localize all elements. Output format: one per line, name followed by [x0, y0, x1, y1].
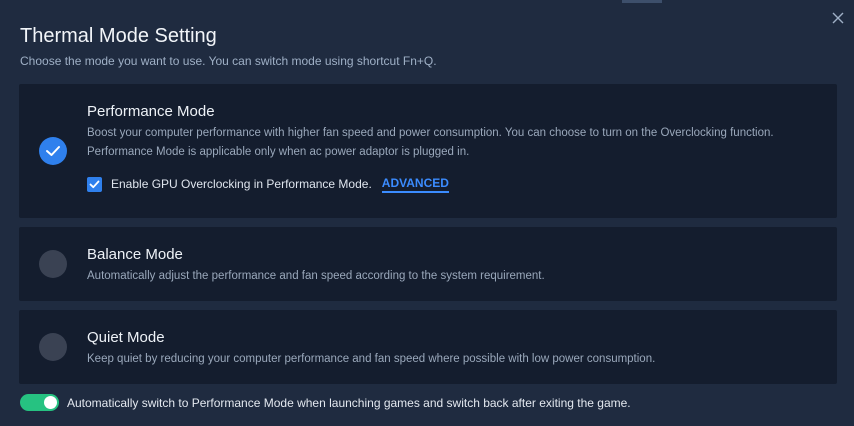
- mode-description-performance: Boost your computer performance with hig…: [87, 127, 774, 158]
- gpu-overclock-label: Enable GPU Overclocking in Performance M…: [111, 177, 372, 191]
- gpu-overclock-row: Enable GPU Overclocking in Performance M…: [87, 176, 449, 193]
- close-button[interactable]: [830, 10, 846, 26]
- toggle-knob: [44, 396, 57, 409]
- mode-description-balance: Automatically adjust the performance and…: [87, 270, 545, 282]
- checkbox-check-icon: [89, 180, 100, 188]
- top-accent-bar: [622, 0, 662, 3]
- mode-radio-balance[interactable]: [39, 250, 67, 278]
- checkmark-icon: [46, 146, 60, 156]
- auto-switch-label: Automatically switch to Performance Mode…: [67, 395, 631, 410]
- mode-card-quiet[interactable]: Quiet Mode Keep quiet by reducing your c…: [19, 310, 837, 384]
- mode-title-balance: Balance Mode: [87, 246, 183, 263]
- close-icon: [832, 12, 844, 24]
- auto-switch-row: Automatically switch to Performance Mode…: [20, 394, 631, 411]
- gpu-overclock-checkbox[interactable]: [87, 176, 102, 192]
- dialog-title: Thermal Mode Setting: [20, 25, 217, 47]
- thermal-mode-dialog: Thermal Mode Setting Choose the mode you…: [0, 0, 854, 426]
- auto-switch-toggle[interactable]: [20, 394, 59, 411]
- mode-description-quiet: Keep quiet by reducing your computer per…: [87, 353, 656, 365]
- mode-radio-quiet[interactable]: [39, 333, 67, 361]
- mode-card-performance[interactable]: Performance Mode Boost your computer per…: [19, 84, 837, 218]
- mode-title-performance: Performance Mode: [87, 103, 215, 120]
- mode-card-balance[interactable]: Balance Mode Automatically adjust the pe…: [19, 227, 837, 301]
- advanced-link[interactable]: ADVANCED: [381, 176, 449, 193]
- mode-title-quiet: Quiet Mode: [87, 329, 165, 346]
- dialog-subtitle: Choose the mode you want to use. You can…: [20, 54, 437, 68]
- mode-radio-performance[interactable]: [39, 137, 67, 165]
